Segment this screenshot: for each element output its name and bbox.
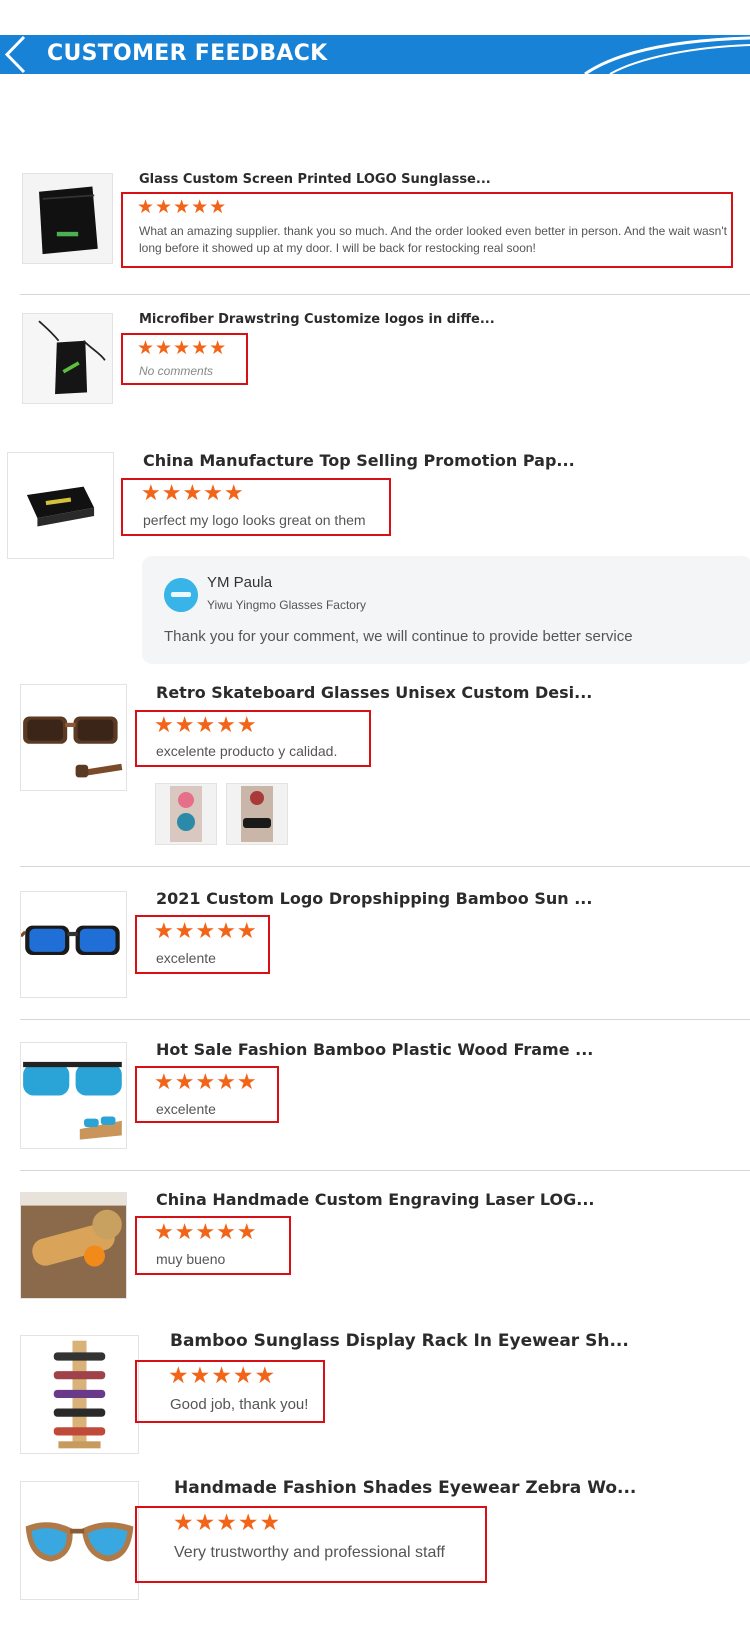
star-rating: ★★★★★ — [137, 197, 228, 218]
product-title[interactable]: China Handmade Custom Engraving Laser LO… — [156, 1190, 595, 1209]
product-thumbnail[interactable] — [20, 1192, 127, 1299]
product-thumbnail[interactable] — [20, 1481, 139, 1600]
product-title[interactable]: Hot Sale Fashion Bamboo Plastic Wood Fra… — [156, 1040, 593, 1059]
product-title[interactable]: Glass Custom Screen Printed LOGO Sunglas… — [139, 172, 491, 187]
reply-company: Yiwu Yingmo Glasses Factory — [207, 598, 366, 612]
banner-title: CUSTOMER FEEDBACK — [47, 41, 328, 66]
product-title[interactable]: 2021 Custom Logo Dropshipping Bamboo Sun… — [156, 889, 592, 908]
reply-text: Thank you for your comment, we will cont… — [164, 628, 633, 645]
review-comment: excelente — [156, 1101, 216, 1117]
product-title[interactable]: Handmade Fashion Shades Eyewear Zebra Wo… — [174, 1478, 636, 1498]
product-thumbnail[interactable] — [20, 684, 127, 791]
divider — [20, 866, 750, 867]
divider — [20, 1019, 750, 1020]
star-rating: ★★★★★ — [154, 1069, 258, 1094]
review-comment: No comments — [139, 364, 214, 378]
reply-author: YM Paula — [207, 574, 273, 591]
product-title[interactable]: Bamboo Sunglass Display Rack In Eyewear … — [170, 1331, 629, 1351]
review-comment: muy bueno — [156, 1251, 226, 1267]
review-photo[interactable] — [155, 783, 217, 845]
star-rating: ★★★★★ — [137, 338, 228, 359]
review-comment: What an amazing supplier. thank you so m… — [139, 224, 727, 255]
product-title[interactable]: China Manufacture Top Selling Promotion … — [143, 451, 575, 470]
product-title[interactable]: Retro Skateboard Glasses Unisex Custom D… — [156, 683, 592, 702]
divider — [20, 294, 750, 295]
star-rating: ★★★★★ — [154, 918, 258, 943]
review-comment: excelente — [156, 950, 216, 966]
review-comment: excelente producto y calidad. — [156, 743, 338, 759]
product-thumbnail[interactable] — [22, 173, 113, 264]
product-thumbnail[interactable] — [20, 1335, 139, 1454]
product-thumbnail[interactable] — [22, 313, 113, 404]
product-thumbnail[interactable] — [20, 1042, 127, 1149]
star-rating: ★★★★★ — [168, 1362, 277, 1388]
divider — [20, 1170, 750, 1171]
review-comment: perfect my logo looks great on them — [143, 512, 366, 528]
star-rating: ★★★★★ — [141, 480, 245, 505]
product-title[interactable]: Microfiber Drawstring Customize logos in… — [139, 312, 495, 327]
star-rating: ★★★★★ — [173, 1509, 282, 1535]
review-comment: Good job, thank you! — [170, 1396, 309, 1413]
review-photo[interactable] — [226, 783, 288, 845]
review-comment: Very trustworthy and professional staff — [174, 1544, 445, 1561]
star-rating: ★★★★★ — [154, 1219, 258, 1244]
avatar — [164, 578, 198, 612]
product-thumbnail[interactable] — [7, 452, 114, 559]
product-thumbnail[interactable] — [20, 891, 127, 998]
customer-feedback-banner: CUSTOMER FEEDBACK — [0, 35, 750, 74]
star-rating: ★★★★★ — [154, 712, 258, 737]
seller-reply: YM Paula Yiwu Yingmo Glasses Factory Tha… — [142, 556, 750, 664]
